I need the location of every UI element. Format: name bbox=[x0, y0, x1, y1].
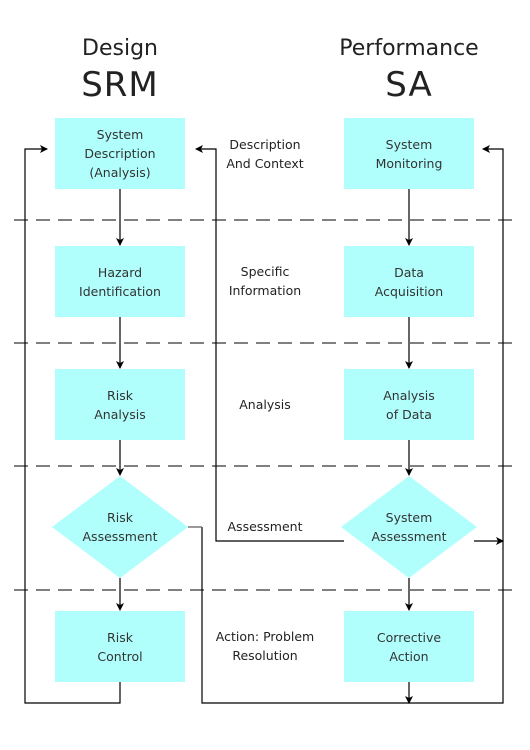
stage-label-specific-information: Specific Information bbox=[228, 264, 302, 298]
node-system-description: System Description (Analysis) bbox=[55, 118, 185, 189]
stage-label-description: Description And Context bbox=[226, 137, 304, 171]
node-hazard-identification: Hazard Identification bbox=[55, 246, 185, 317]
node-system-monitoring: System Monitoring bbox=[344, 118, 474, 189]
assessment-to-description bbox=[195, 145, 344, 542]
node-risk-analysis: Risk Analysis bbox=[55, 369, 185, 440]
stage-label-assessment: Assessment bbox=[227, 519, 303, 534]
node-data-acquisition: Data Acquisition bbox=[344, 246, 474, 317]
node-risk-control: Risk Control bbox=[55, 611, 185, 682]
node-corrective-action: Corrective Action bbox=[344, 611, 474, 682]
stage-label-analysis: Analysis bbox=[239, 397, 291, 412]
node-risk-assessment: Risk Assessment bbox=[82, 510, 158, 544]
node-system-assessment: System Assessment bbox=[371, 510, 447, 544]
node-analysis-of-data: Analysis of Data bbox=[344, 369, 474, 440]
stage-label-action: Action: Problem Resolution bbox=[215, 629, 315, 663]
